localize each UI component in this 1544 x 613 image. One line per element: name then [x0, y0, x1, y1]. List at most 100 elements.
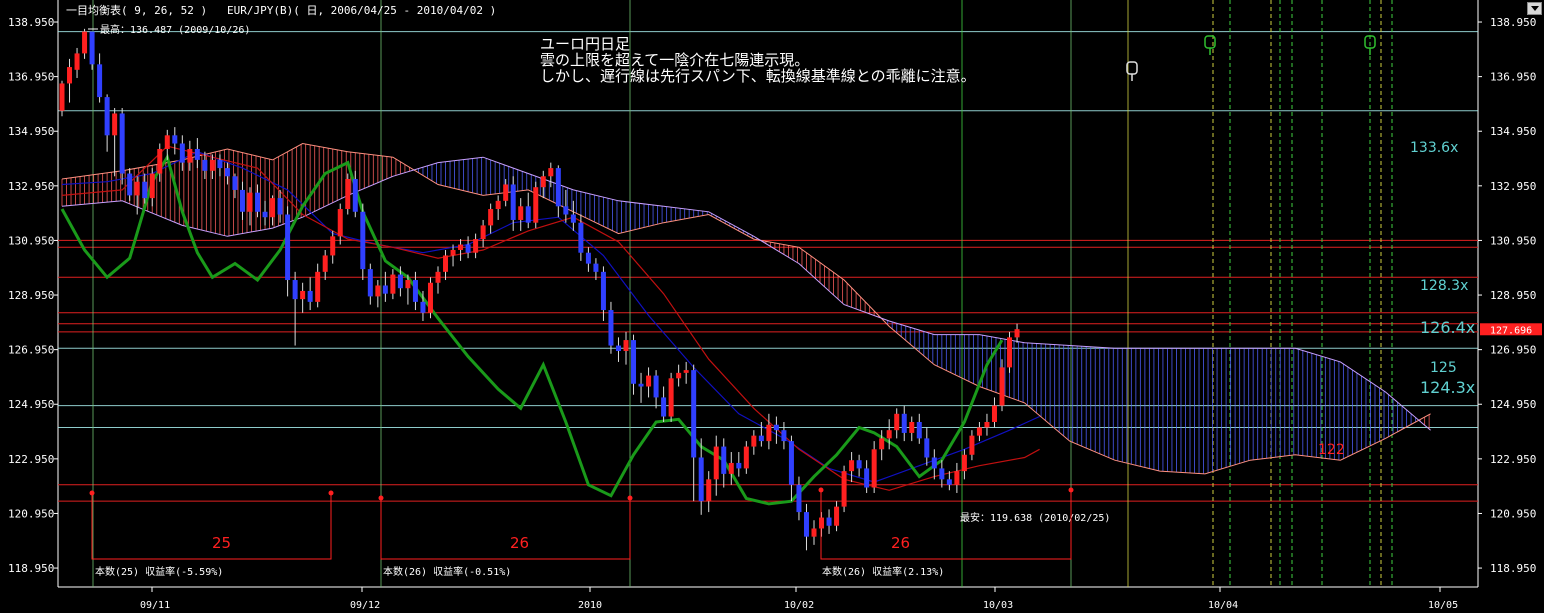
- candle-body: [540, 176, 546, 188]
- low-label: 最安：119.638 (2010/02/25): [960, 511, 1110, 524]
- candle-body: [1014, 329, 1020, 338]
- candle-body: [916, 421, 922, 439]
- candle-body: [706, 479, 712, 502]
- candle-body: [503, 184, 509, 201]
- annotation-line-3: しかし、遅行線は先行スパン下、転換線基準線との乖離に注意。: [540, 67, 976, 85]
- candle-body: [89, 31, 95, 65]
- x-tick-label: 10/04: [1208, 600, 1238, 611]
- candle-body: [202, 159, 208, 171]
- candle-body: [127, 173, 133, 196]
- y-tick-label-right: 120.950: [1490, 507, 1536, 520]
- last-price-label: 127.696: [1490, 325, 1532, 336]
- dropdown-arrow-button[interactable]: [1527, 2, 1542, 15]
- candle-body: [465, 244, 471, 253]
- candle-body: [631, 340, 637, 384]
- candle-body: [360, 211, 366, 270]
- candle-body: [488, 209, 494, 226]
- x-tick-label: 10/03: [983, 600, 1013, 611]
- y-tick-label-left: 132.950: [8, 180, 54, 193]
- chart-annotation: ユーロ円日足 雲の上限を超えて一陰介在七陽連示現。 しかし、遅行線は先行スパン下、転…: [540, 36, 976, 84]
- candle-body: [954, 471, 960, 485]
- candle-body: [781, 430, 787, 442]
- candle-body: [751, 435, 757, 447]
- candle-body: [412, 280, 418, 302]
- y-tick-label-left: 122.950: [8, 453, 54, 466]
- candle-body: [382, 285, 388, 294]
- target-label: 124.3x: [1420, 378, 1475, 397]
- candle-body: [149, 173, 155, 199]
- candle-body: [405, 280, 411, 289]
- candle-body: [931, 457, 937, 469]
- candle-body: [443, 255, 449, 272]
- candle-body: [894, 413, 900, 431]
- candle-body: [661, 397, 667, 417]
- candle-body: [826, 517, 832, 526]
- x-tick-label: 10/05: [1428, 600, 1458, 611]
- y-tick-label-left: 136.950: [8, 71, 54, 84]
- candle-body: [788, 441, 794, 485]
- candle-body: [811, 528, 817, 537]
- candle-body: [367, 269, 373, 297]
- senkou-span-b-line: [61, 156, 1431, 431]
- candle-body: [593, 263, 599, 272]
- candles-layer: [59, 28, 1020, 551]
- senkou-span-a-line: [61, 142, 1431, 475]
- candle-body: [773, 424, 779, 431]
- candle-body: [82, 31, 88, 54]
- candle-body: [194, 148, 200, 160]
- candle-body: [969, 435, 975, 455]
- indicator-label: 一目均衡表( 9, 26, 52 ): [66, 4, 208, 17]
- candle-body: [518, 206, 524, 220]
- candle-body: [337, 209, 343, 237]
- y-tick-label-right: 126.950: [1490, 344, 1536, 357]
- candle-body: [435, 271, 441, 283]
- candle-body: [999, 367, 1005, 406]
- candle-body: [352, 179, 358, 212]
- target-label: 126.4x: [1420, 318, 1475, 337]
- candle-body: [112, 113, 118, 136]
- candle-body: [397, 274, 403, 289]
- candle-body: [585, 252, 591, 264]
- candle-body: [480, 225, 486, 240]
- y-tick-label-left: 138.950: [8, 16, 54, 29]
- candle-body: [849, 460, 855, 472]
- y-tick-label-left: 126.950: [8, 344, 54, 357]
- chikou-line: [60, 153, 1004, 506]
- candle-body: [74, 53, 80, 70]
- y-tick-label-right: 138.950: [1490, 16, 1536, 29]
- candle-body: [879, 438, 885, 450]
- y-tick-label-right: 130.950: [1490, 234, 1536, 247]
- candle-body: [653, 375, 659, 398]
- candle-body: [142, 181, 148, 199]
- candle-body: [277, 198, 283, 215]
- candle-body: [345, 179, 351, 210]
- candle-body: [909, 421, 915, 433]
- x-tick-label: 09/12: [350, 600, 380, 611]
- candle-body: [525, 206, 531, 223]
- target-label: 122: [1318, 442, 1345, 458]
- candle-body: [924, 438, 930, 458]
- candle-body: [555, 168, 561, 207]
- candle-body: [623, 340, 629, 352]
- candle-body: [322, 255, 328, 272]
- candle-body: [134, 181, 140, 196]
- candle-body: [67, 67, 73, 84]
- candle-body: [224, 168, 230, 177]
- candle-body: [864, 468, 870, 488]
- candle-body: [698, 457, 704, 502]
- candle-body: [247, 192, 253, 212]
- candle-body: [239, 189, 245, 212]
- candle-body: [157, 148, 163, 174]
- candle-body: [59, 83, 65, 111]
- candle-body: [901, 413, 907, 433]
- y-tick-label-right: 124.950: [1490, 398, 1536, 411]
- y-tick-label-left: 134.950: [8, 125, 54, 138]
- candle-body: [427, 282, 433, 313]
- candle-body: [104, 97, 110, 136]
- candle-body: [1007, 337, 1013, 368]
- candle-body: [668, 378, 674, 417]
- candle-body: [285, 214, 291, 281]
- candle-body: [961, 454, 967, 472]
- target-label: 125: [1430, 360, 1457, 376]
- candle-body: [736, 462, 742, 469]
